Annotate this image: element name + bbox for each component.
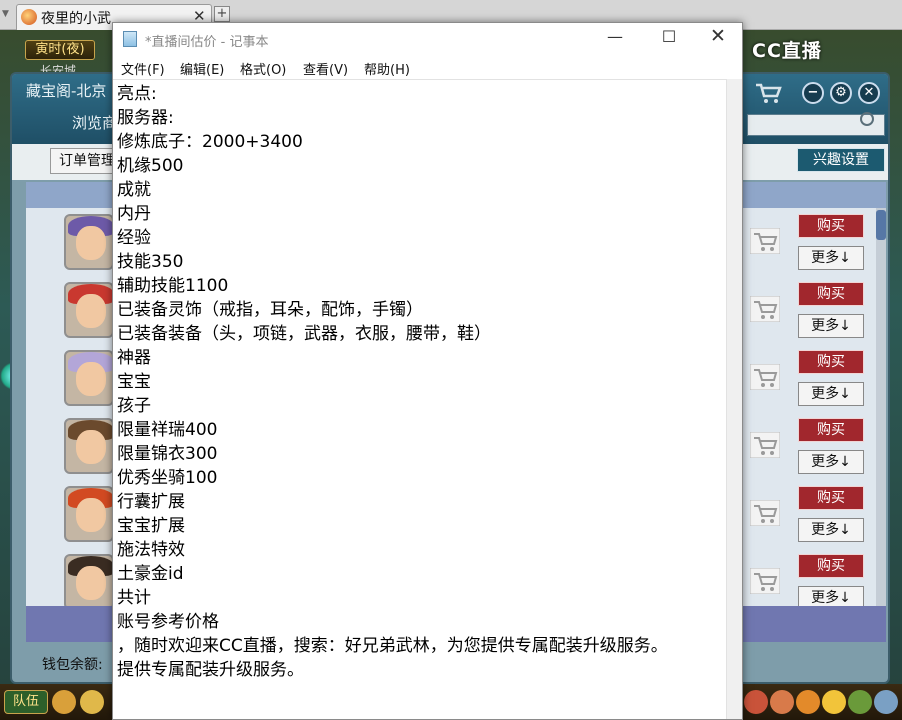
maximize-button[interactable]: ☐ xyxy=(659,27,679,47)
cart-icon[interactable] xyxy=(750,500,780,526)
pet-icon[interactable] xyxy=(796,690,820,714)
interest-settings-button[interactable]: 兴趣设置 xyxy=(797,148,885,172)
character-avatar xyxy=(64,554,114,606)
menu-help[interactable]: 帮助(H) xyxy=(364,59,410,78)
cart-icon[interactable] xyxy=(750,228,780,254)
text-line: 土豪金id xyxy=(117,564,184,584)
notepad-text-area[interactable]: 亮点: 服务器: 修炼底子：2000+3400 机缘500 成就 内丹 经验 技… xyxy=(113,79,726,719)
text-line: 神器 xyxy=(117,348,151,368)
cart-icon[interactable] xyxy=(750,364,780,390)
menu-file[interactable]: 文件(F) xyxy=(121,59,165,78)
character-avatar xyxy=(64,486,114,542)
buy-button[interactable]: 购买 xyxy=(798,214,864,238)
text-line: 经验 xyxy=(117,228,151,248)
text-line: 机缘500 xyxy=(117,156,184,176)
minimize-button[interactable]: — xyxy=(605,27,625,47)
character-avatar xyxy=(64,214,114,270)
text-line: 内丹 xyxy=(117,204,151,224)
text-line: 优秀坐骑100 xyxy=(117,468,218,488)
text-line: 账号参考价格 xyxy=(117,612,219,632)
team-button[interactable]: 队伍 xyxy=(4,690,48,714)
menu-edit[interactable]: 编辑(E) xyxy=(180,59,224,78)
more-button[interactable]: 更多↓ xyxy=(798,314,864,338)
text-line: 亮点: xyxy=(117,84,157,104)
minimize-icon[interactable]: − xyxy=(802,82,824,104)
peach-icon[interactable] xyxy=(744,690,768,714)
buy-button[interactable]: 购买 xyxy=(798,282,864,306)
more-button[interactable]: 更多↓ xyxy=(798,246,864,270)
text-line: 宝宝扩展 xyxy=(117,516,185,536)
text-line: 限量祥瑞400 xyxy=(117,420,218,440)
cart-icon[interactable] xyxy=(750,296,780,322)
game-time-badge: 寅时(夜) xyxy=(25,40,95,60)
more-button[interactable]: 更多↓ xyxy=(798,450,864,474)
text-line: 孩子 xyxy=(117,396,151,416)
text-line: ，随时欢迎来CC直播，搜索：好兄弟武林，为您提供专属配装升级服务。 xyxy=(117,636,668,656)
more-button[interactable]: 更多↓ xyxy=(798,382,864,406)
character-avatar xyxy=(64,418,114,474)
text-line: 服务器: xyxy=(117,108,174,128)
system-icon[interactable] xyxy=(874,690,898,714)
browse-tab[interactable]: 浏览商 xyxy=(72,112,117,133)
text-line: 技能350 xyxy=(117,252,184,272)
text-line: 已装备装备（头，项链，武器，衣服，腰带，鞋） xyxy=(117,324,491,344)
buy-button[interactable]: 购买 xyxy=(798,486,864,510)
text-line: 共计 xyxy=(117,588,151,608)
character-avatar xyxy=(64,282,114,338)
order-management-dropdown[interactable]: 订单管理 xyxy=(50,148,120,174)
text-line: 宝宝 xyxy=(117,372,151,392)
notepad-title: *直播间估价 - 记事本 xyxy=(145,35,269,50)
buy-button[interactable]: 购买 xyxy=(798,350,864,374)
friend-icon[interactable] xyxy=(848,690,872,714)
settings-icon[interactable]: ⚙ xyxy=(830,82,852,104)
more-button[interactable]: 更多↓ xyxy=(798,586,864,606)
list-scrollbar[interactable] xyxy=(876,208,886,606)
menu-view[interactable]: 查看(V) xyxy=(303,59,348,78)
text-line: 辅助技能1100 xyxy=(117,276,229,296)
notepad-titlebar[interactable]: *直播间估价 - 记事本 — ☐ ✕ xyxy=(113,23,742,55)
text-line: 已装备灵饰（戒指，耳朵，配饰，手镯） xyxy=(117,300,423,320)
cart-icon[interactable] xyxy=(750,568,780,594)
notepad-scrollbar[interactable] xyxy=(726,79,742,719)
buy-button[interactable]: 购买 xyxy=(798,554,864,578)
more-button[interactable]: 更多↓ xyxy=(798,518,864,542)
buy-button[interactable]: 购买 xyxy=(798,418,864,442)
header-cart-icon[interactable] xyxy=(754,82,782,104)
notepad-window: *直播间估价 - 记事本 — ☐ ✕ 文件(F) 编辑(E) 格式(O) 查看(… xyxy=(112,22,743,720)
voice-icon[interactable] xyxy=(52,690,76,714)
character-avatar xyxy=(64,350,114,406)
close-icon[interactable]: ✕ xyxy=(858,82,880,104)
text-line: 限量锦衣300 xyxy=(117,444,218,464)
text-line: 修炼底子：2000+3400 xyxy=(117,132,303,152)
text-line: 行囊扩展 xyxy=(117,492,185,512)
menu-format[interactable]: 格式(O) xyxy=(240,59,286,78)
notepad-icon xyxy=(123,31,137,47)
search-icon[interactable] xyxy=(860,112,874,126)
tab-list-dropdown[interactable]: ▼ xyxy=(2,9,9,19)
tab-title: 夜里的小武 xyxy=(41,11,111,27)
text-line: 提供专属配装升级服务。 xyxy=(117,660,304,680)
list-scroll-thumb[interactable] xyxy=(876,210,886,240)
bag-icon[interactable] xyxy=(770,690,794,714)
new-tab-button[interactable]: + xyxy=(214,6,230,22)
cart-icon[interactable] xyxy=(750,432,780,458)
text-line: 施法特效 xyxy=(117,540,185,560)
emoji-icon[interactable] xyxy=(822,690,846,714)
text-line: 成就 xyxy=(117,180,151,200)
wallet-balance-label: 钱包余额: xyxy=(42,657,103,673)
chat-icon[interactable] xyxy=(80,690,104,714)
cc-live-logo: CC直播 xyxy=(752,40,822,62)
treasure-pavilion-title: 藏宝阁-北京 xyxy=(26,82,107,100)
notepad-menubar: 文件(F) 编辑(E) 格式(O) 查看(V) 帮助(H) xyxy=(113,55,742,78)
game-favicon-icon xyxy=(21,9,37,25)
close-button[interactable]: ✕ xyxy=(707,25,729,47)
